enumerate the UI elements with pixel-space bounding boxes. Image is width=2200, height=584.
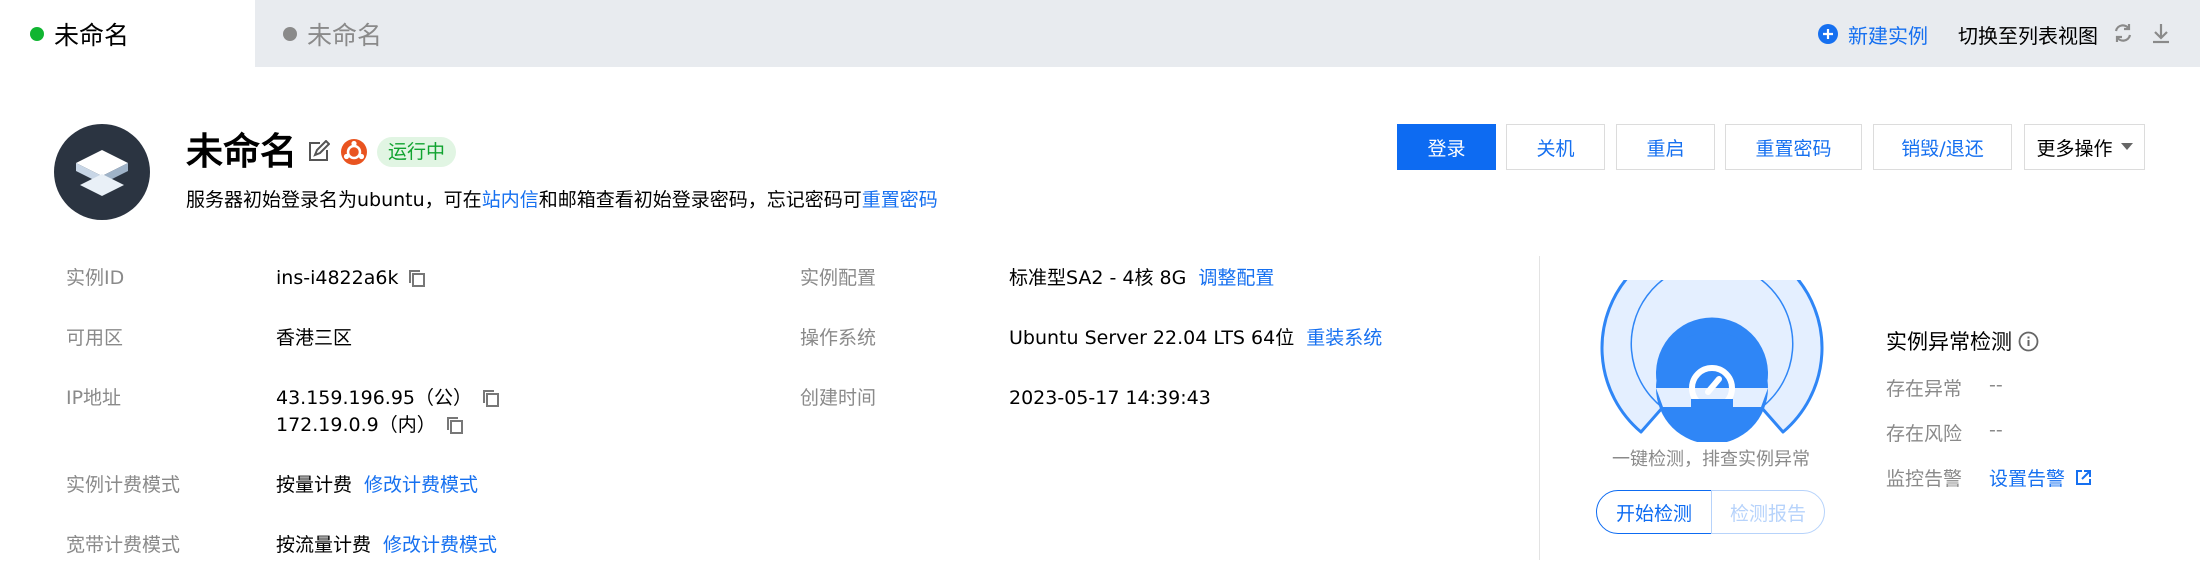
instance-id-value: ins-i4822a6k bbox=[276, 265, 426, 291]
destroy-return-button[interactable]: 销毁/退还 bbox=[1873, 124, 2012, 170]
section-divider bbox=[1539, 256, 1540, 560]
modify-billing-link[interactable]: 修改计费模式 bbox=[364, 472, 478, 498]
config-value: 标准型SA2 - 4核 8G 调整配置 bbox=[1009, 265, 1274, 291]
os-text: Ubuntu Server 22.04 LTS 64位 bbox=[1009, 327, 1295, 349]
config-label: 实例配置 bbox=[800, 267, 877, 289]
reset-password-link[interactable]: 重置密码 bbox=[862, 189, 938, 211]
switch-list-view-button[interactable]: 切换至列表视图 bbox=[1958, 20, 2098, 48]
external-link-icon bbox=[2075, 469, 2092, 486]
speedometer-icon bbox=[1685, 361, 1739, 415]
notice-text-prefix: 服务器初始登录名为ubuntu，可在 bbox=[186, 189, 482, 211]
modify-bandwidth-billing-link[interactable]: 修改计费模式 bbox=[383, 532, 497, 558]
set-alarm-link[interactable]: 设置告警 bbox=[1989, 464, 2092, 491]
exception-value: -- bbox=[1989, 374, 2003, 396]
restart-button[interactable]: 重启 bbox=[1616, 124, 1715, 170]
ip-label: IP地址 bbox=[66, 387, 122, 409]
zone-value: 香港三区 bbox=[276, 327, 353, 349]
instance-id-text: ins-i4822a6k bbox=[276, 267, 399, 289]
copy-icon[interactable] bbox=[446, 416, 464, 435]
zone-label: 可用区 bbox=[66, 327, 124, 349]
plus-circle-icon bbox=[1817, 23, 1839, 45]
tab-instance-inactive[interactable]: 未命名 bbox=[283, 0, 382, 67]
os-label: 操作系统 bbox=[800, 327, 877, 349]
new-instance-button[interactable]: 新建实例 bbox=[1817, 20, 1928, 48]
running-status-dot bbox=[30, 26, 44, 41]
anomaly-detection-title-text: 实例异常检测 bbox=[1886, 330, 2012, 354]
refresh-icon[interactable] bbox=[2112, 22, 2134, 44]
created-time-value: 2023-05-17 14:39:43 bbox=[1009, 387, 1211, 409]
created-time-label: 创建时间 bbox=[800, 387, 877, 409]
ip-public-value: 43.159.196.95（公） bbox=[276, 385, 500, 411]
start-detection-button[interactable]: 开始检测 bbox=[1596, 490, 1712, 534]
download-icon[interactable] bbox=[2151, 22, 2171, 44]
caret-down-icon bbox=[2120, 143, 2133, 151]
billing-mode-value: 按量计费 修改计费模式 bbox=[276, 472, 478, 498]
tab-label: 未命名 bbox=[307, 20, 383, 50]
notice-text-middle: 和邮箱查看初始登录密码，忘记密码可 bbox=[538, 189, 862, 211]
bandwidth-billing-text: 按流量计费 bbox=[276, 534, 372, 556]
login-button[interactable]: 登录 bbox=[1397, 124, 1496, 170]
shutdown-button[interactable]: 关机 bbox=[1506, 124, 1605, 170]
ip-private-value: 172.19.0.9（内） bbox=[276, 412, 464, 438]
status-badge: 运行中 bbox=[377, 137, 457, 167]
ubuntu-icon bbox=[340, 138, 368, 166]
billing-mode-text: 按量计费 bbox=[276, 474, 353, 496]
monitor-alarm-label: 监控告警 bbox=[1886, 468, 1963, 490]
copy-icon[interactable] bbox=[482, 389, 500, 408]
instance-id-label: 实例ID bbox=[66, 267, 125, 289]
reset-password-button[interactable]: 重置密码 bbox=[1725, 124, 1862, 170]
billing-mode-label: 实例计费模式 bbox=[66, 474, 181, 496]
bandwidth-billing-label: 宽带计费模式 bbox=[66, 534, 181, 556]
exception-label: 存在异常 bbox=[1886, 378, 1963, 400]
detection-hint: 一键检测，排查实例异常 bbox=[1612, 449, 1810, 470]
adjust-config-link[interactable]: 调整配置 bbox=[1198, 265, 1274, 291]
more-actions-button[interactable]: 更多操作 bbox=[2024, 124, 2145, 170]
info-icon[interactable] bbox=[2018, 331, 2039, 352]
server-cube-icon bbox=[76, 150, 128, 196]
ip-private-text: 172.19.0.9（内） bbox=[276, 414, 436, 436]
stopped-status-dot bbox=[283, 26, 297, 41]
detection-report-button[interactable]: 检测报告 bbox=[1711, 490, 1825, 534]
ip-public-text: 43.159.196.95（公） bbox=[276, 387, 473, 409]
os-value: Ubuntu Server 22.04 LTS 64位 重装系统 bbox=[1009, 325, 1382, 351]
bandwidth-billing-value: 按流量计费 修改计费模式 bbox=[276, 532, 497, 558]
instance-name: 未命名 bbox=[186, 130, 297, 173]
risk-label: 存在风险 bbox=[1886, 423, 1963, 445]
site-message-link[interactable]: 站内信 bbox=[482, 189, 539, 211]
tab-label: 未命名 bbox=[54, 20, 130, 50]
more-actions-label: 更多操作 bbox=[2036, 137, 2113, 160]
login-notice: 服务器初始登录名为ubuntu，可在站内信和邮箱查看初始登录密码，忘记密码可重置… bbox=[186, 187, 938, 213]
tab-instance-active[interactable]: 未命名 bbox=[0, 0, 255, 67]
new-instance-label: 新建实例 bbox=[1848, 23, 1928, 48]
copy-icon[interactable] bbox=[408, 269, 426, 288]
anomaly-detection-title: 实例异常检测 bbox=[1886, 326, 2039, 356]
switch-list-view-label: 切换至列表视图 bbox=[1958, 23, 2098, 48]
set-alarm-text: 设置告警 bbox=[1989, 468, 2066, 490]
reinstall-system-link[interactable]: 重装系统 bbox=[1306, 325, 1382, 351]
edit-icon[interactable] bbox=[306, 140, 330, 164]
instance-logo bbox=[54, 124, 150, 220]
config-text: 标准型SA2 - 4核 8G bbox=[1009, 267, 1187, 289]
risk-value: -- bbox=[1989, 419, 2003, 441]
